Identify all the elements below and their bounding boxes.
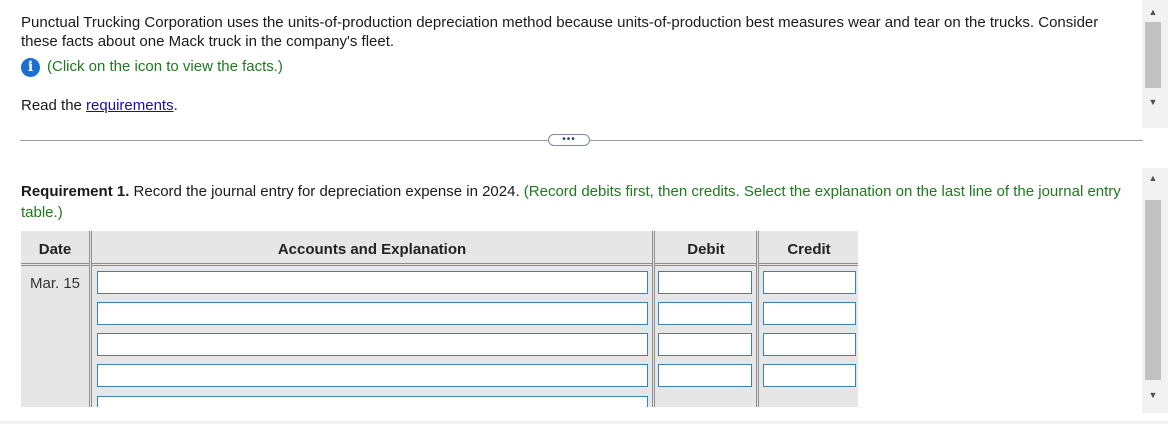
divider-drag-handle[interactable]: ••• <box>548 134 590 146</box>
date-header: Date <box>38 241 72 258</box>
header-separator <box>21 263 858 266</box>
debit-input[interactable] <box>658 333 752 356</box>
credit-input[interactable] <box>763 302 856 325</box>
requirement-1-text: Requirement 1. Record the journal entry … <box>21 181 1131 223</box>
info-icon[interactable]: i <box>21 57 40 77</box>
credit-header: Credit <box>787 241 831 258</box>
read-requirements-row: Read the requirements. <box>21 96 178 115</box>
date-cell: Mar. 15 <box>29 275 81 292</box>
facts-pane: Punctual Trucking Corporation uses the u… <box>0 0 1142 128</box>
account-input[interactable] <box>97 364 648 387</box>
journal-entry-table: Date Accounts and Explanation Debit Cred… <box>21 231 858 407</box>
bottom-scrollbar[interactable]: ▲ ▼ <box>1142 168 1168 413</box>
account-input[interactable] <box>97 271 648 294</box>
scroll-down-arrow-icon[interactable]: ▼ <box>1145 96 1161 108</box>
problem-intro: Punctual Trucking Corporation uses the u… <box>21 14 1099 50</box>
scrollbar-thumb[interactable] <box>1145 22 1161 88</box>
credit-input[interactable] <box>763 333 856 356</box>
debit-input[interactable] <box>658 271 752 294</box>
account-input[interactable] <box>97 302 648 325</box>
account-input[interactable] <box>97 396 648 407</box>
debit-input[interactable] <box>658 364 752 387</box>
account-input[interactable] <box>97 333 648 356</box>
column-separator <box>652 231 655 407</box>
credit-input[interactable] <box>763 271 856 294</box>
requirements-link[interactable]: requirements <box>86 97 174 114</box>
accounts-header: Accounts and Explanation <box>277 241 467 258</box>
facts-info-row: i (Click on the icon to view the facts.) <box>21 57 283 77</box>
info-text: (Click on the icon to view the facts.) <box>47 58 283 75</box>
read-suffix: . <box>173 97 178 114</box>
debit-input[interactable] <box>658 302 752 325</box>
scroll-down-arrow-icon[interactable]: ▼ <box>1145 389 1161 401</box>
column-separator <box>89 231 92 407</box>
credit-input[interactable] <box>763 364 856 387</box>
scroll-up-arrow-icon[interactable]: ▲ <box>1145 172 1161 184</box>
requirement-instruction: Record the journal entry for depreciatio… <box>129 183 524 200</box>
scrollbar-thumb[interactable] <box>1145 200 1161 380</box>
column-separator <box>756 231 759 407</box>
scroll-up-arrow-icon[interactable]: ▲ <box>1145 6 1161 18</box>
top-scrollbar[interactable]: ▲ ▼ <box>1142 0 1168 128</box>
requirement-label: Requirement 1. <box>21 183 130 200</box>
read-prefix: Read the <box>21 97 87 114</box>
debit-header: Debit <box>687 241 725 258</box>
